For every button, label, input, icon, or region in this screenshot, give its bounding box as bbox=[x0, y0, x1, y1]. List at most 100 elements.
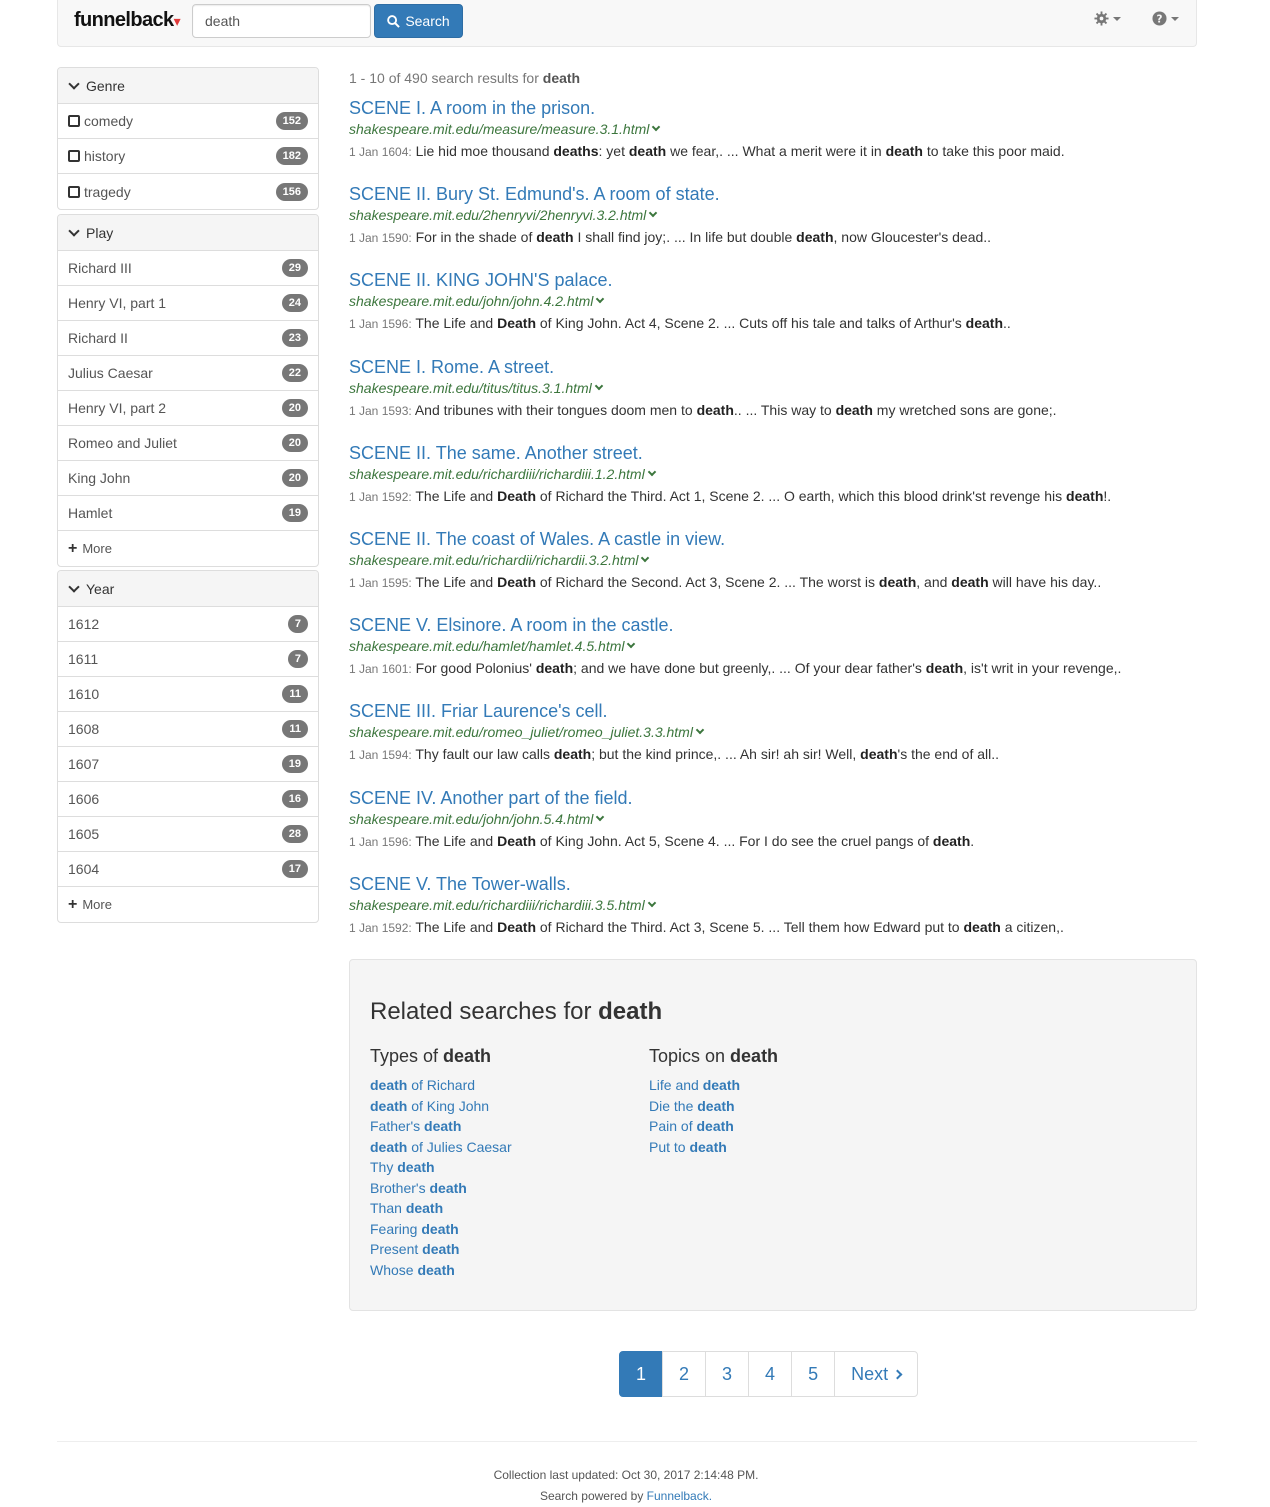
related-type-link[interactable]: death of King John bbox=[370, 1096, 512, 1117]
facet-item[interactable]: 1608 11 bbox=[58, 712, 318, 747]
result-title-link[interactable]: SCENE II. The coast of Wales. A castle i… bbox=[349, 528, 1199, 550]
related-topic-link[interactable]: Die the death bbox=[649, 1096, 778, 1117]
related-type-link[interactable]: death of Julies Caesar bbox=[370, 1137, 512, 1158]
chevron-down-icon[interactable] bbox=[647, 467, 656, 477]
result-url: shakespeare.mit.edu/richardiii/richardii… bbox=[349, 895, 1199, 915]
related-type-link[interactable]: Whose death bbox=[370, 1260, 512, 1281]
chevron-down-icon[interactable] bbox=[695, 726, 705, 735]
search-result: SCENE IV. Another part of the field. shak… bbox=[349, 787, 1199, 852]
chevron-down-icon[interactable] bbox=[627, 639, 636, 649]
facet-item-label: King John bbox=[68, 470, 131, 486]
result-title-link[interactable]: SCENE V. Elsinore. A room in the castle. bbox=[349, 614, 1199, 636]
facet-item[interactable]: 1604 17 bbox=[58, 852, 318, 887]
search-button[interactable]: Search bbox=[374, 4, 463, 38]
facet-title: Play bbox=[86, 224, 114, 241]
search-result: SCENE II. Bury St. Edmund's. A room of s… bbox=[349, 183, 1199, 248]
facet-item[interactable]: comedy 152 bbox=[58, 104, 318, 139]
result-title-link[interactable]: SCENE III. Friar Laurence's cell. bbox=[349, 700, 1199, 722]
page-4[interactable]: 4 bbox=[748, 1351, 793, 1397]
facet-item-label: Henry VI, part 1 bbox=[68, 295, 167, 311]
brand-logo[interactable]: funnelback▾ bbox=[74, 9, 181, 32]
chevron-down-icon[interactable] bbox=[641, 553, 650, 563]
facet-item-label: 1611 bbox=[68, 651, 99, 667]
result-url: shakespeare.mit.edu/john/john.4.2.html bbox=[349, 291, 1199, 311]
brand-text: funnelback bbox=[74, 9, 174, 31]
facet-item-label: 1607 bbox=[68, 756, 100, 772]
related-type-link[interactable]: Fearing death bbox=[370, 1219, 512, 1240]
funnelback-link[interactable]: Funnelback. bbox=[647, 1489, 712, 1503]
related-types-column: Types of death death of Richard death of … bbox=[370, 1046, 512, 1280]
result-title-link[interactable]: SCENE IV. Another part of the field. bbox=[349, 787, 1199, 809]
facet-item[interactable]: tragedy 156 bbox=[58, 174, 318, 209]
chevron-down-icon[interactable] bbox=[649, 208, 658, 218]
facet-more-link[interactable]: + More bbox=[58, 887, 318, 922]
checkbox-icon[interactable] bbox=[68, 185, 80, 198]
chevron-down-icon[interactable] bbox=[647, 898, 656, 908]
search-button-label: Search bbox=[405, 13, 450, 29]
page-3[interactable]: 3 bbox=[705, 1351, 750, 1397]
facet-item[interactable]: Hamlet 19 bbox=[58, 496, 318, 531]
result-title-link[interactable]: SCENE II. KING JOHN'S palace. bbox=[349, 269, 1199, 291]
chevron-down-icon[interactable] bbox=[596, 812, 605, 821]
facet-item[interactable]: 1612 7 bbox=[58, 607, 318, 642]
related-types-heading: Types of death bbox=[370, 1046, 492, 1066]
facet-item[interactable]: 1607 19 bbox=[58, 747, 318, 782]
related-topic-link[interactable]: Put to death bbox=[649, 1137, 778, 1158]
facet-item[interactable]: 1610 11 bbox=[58, 677, 318, 712]
facet-item-label: 1604 bbox=[68, 861, 100, 877]
result-title-link[interactable]: SCENE II. The same. Another street. bbox=[349, 442, 1199, 464]
count-badge: 156 bbox=[275, 182, 308, 201]
search-result: SCENE II. The same. Another street. shake… bbox=[349, 442, 1199, 507]
related-type-link[interactable]: Than death bbox=[370, 1198, 512, 1219]
chevron-down-icon[interactable] bbox=[596, 295, 605, 304]
related-topic-link[interactable]: Pain of death bbox=[649, 1116, 778, 1137]
result-snippet: 1 Jan 1596: The Life and Death of King J… bbox=[349, 315, 1011, 332]
result-title-link[interactable]: SCENE I. Rome. A street. bbox=[349, 356, 1199, 378]
facet-item[interactable]: 1605 28 bbox=[58, 817, 318, 852]
facet-item[interactable]: Richard II 23 bbox=[58, 321, 318, 356]
chevron-down-icon[interactable] bbox=[652, 122, 661, 132]
checkbox-icon[interactable] bbox=[68, 150, 80, 162]
navbar: funnelback▾ Search ? bbox=[57, 0, 1197, 47]
facet-item[interactable]: 1611 7 bbox=[58, 642, 318, 677]
result-date: 1 Jan 1592: bbox=[349, 920, 412, 935]
related-topic-link[interactable]: Life and death bbox=[649, 1075, 778, 1096]
related-type-link[interactable]: Father's death bbox=[370, 1116, 512, 1137]
facet-item[interactable]: Henry VI, part 1 24 bbox=[58, 286, 318, 321]
result-title-link[interactable]: SCENE II. Bury St. Edmund's. A room of s… bbox=[349, 183, 1199, 205]
page-5[interactable]: 5 bbox=[791, 1351, 836, 1397]
facet-play: Play Richard III 29 Henry VI, part 1 24 Ri… bbox=[57, 214, 319, 567]
facet-item-label: Richard II bbox=[68, 330, 128, 346]
page-1[interactable]: 1 bbox=[619, 1351, 664, 1397]
result-title-link[interactable]: SCENE I. A room in the prison. bbox=[349, 97, 1199, 119]
facet-year: Year 1612 7 1611 7 1610 11 1608 11 1607 19 16… bbox=[57, 570, 319, 923]
facet-item[interactable]: King John 20 bbox=[58, 461, 318, 496]
result-url: shakespeare.mit.edu/romeo_juliet/romeo_j… bbox=[349, 722, 1199, 742]
checkbox-icon[interactable] bbox=[68, 115, 80, 127]
page-2[interactable]: 2 bbox=[662, 1351, 707, 1397]
chevron-down-icon[interactable] bbox=[594, 381, 604, 390]
result-date: 1 Jan 1604: bbox=[349, 145, 412, 159]
facet-item[interactable]: Richard III 29 bbox=[58, 251, 318, 286]
next-page-button[interactable]: Next bbox=[834, 1351, 919, 1397]
facet-item[interactable]: Henry VI, part 2 20 bbox=[58, 391, 318, 426]
related-type-link[interactable]: Present death bbox=[370, 1239, 512, 1260]
facet-item[interactable]: Romeo and Juliet 20 bbox=[58, 426, 318, 461]
help-menu[interactable]: ? bbox=[1152, 11, 1179, 26]
settings-menu[interactable] bbox=[1094, 11, 1121, 26]
facet-item[interactable]: 1606 16 bbox=[58, 782, 318, 817]
related-type-link[interactable]: death of Richard bbox=[370, 1075, 512, 1096]
result-snippet: 1 Jan 1590: For in the shade of death I … bbox=[349, 229, 992, 246]
facet-header[interactable]: Genre bbox=[58, 68, 318, 104]
related-type-link[interactable]: Brother's death bbox=[370, 1178, 512, 1199]
search-input[interactable] bbox=[192, 4, 371, 38]
facet-header[interactable]: Play bbox=[58, 215, 318, 251]
count-badge: 20 bbox=[281, 399, 308, 417]
facet-header[interactable]: Year bbox=[58, 571, 318, 607]
result-title-link[interactable]: SCENE V. The Tower-walls. bbox=[349, 873, 1199, 895]
facet-item[interactable]: Julius Caesar 22 bbox=[58, 356, 318, 391]
facet-item[interactable]: history 182 bbox=[58, 139, 318, 174]
count-badge: 17 bbox=[281, 860, 308, 878]
related-type-link[interactable]: Thy death bbox=[370, 1157, 512, 1178]
facet-more-link[interactable]: + More bbox=[58, 531, 318, 566]
